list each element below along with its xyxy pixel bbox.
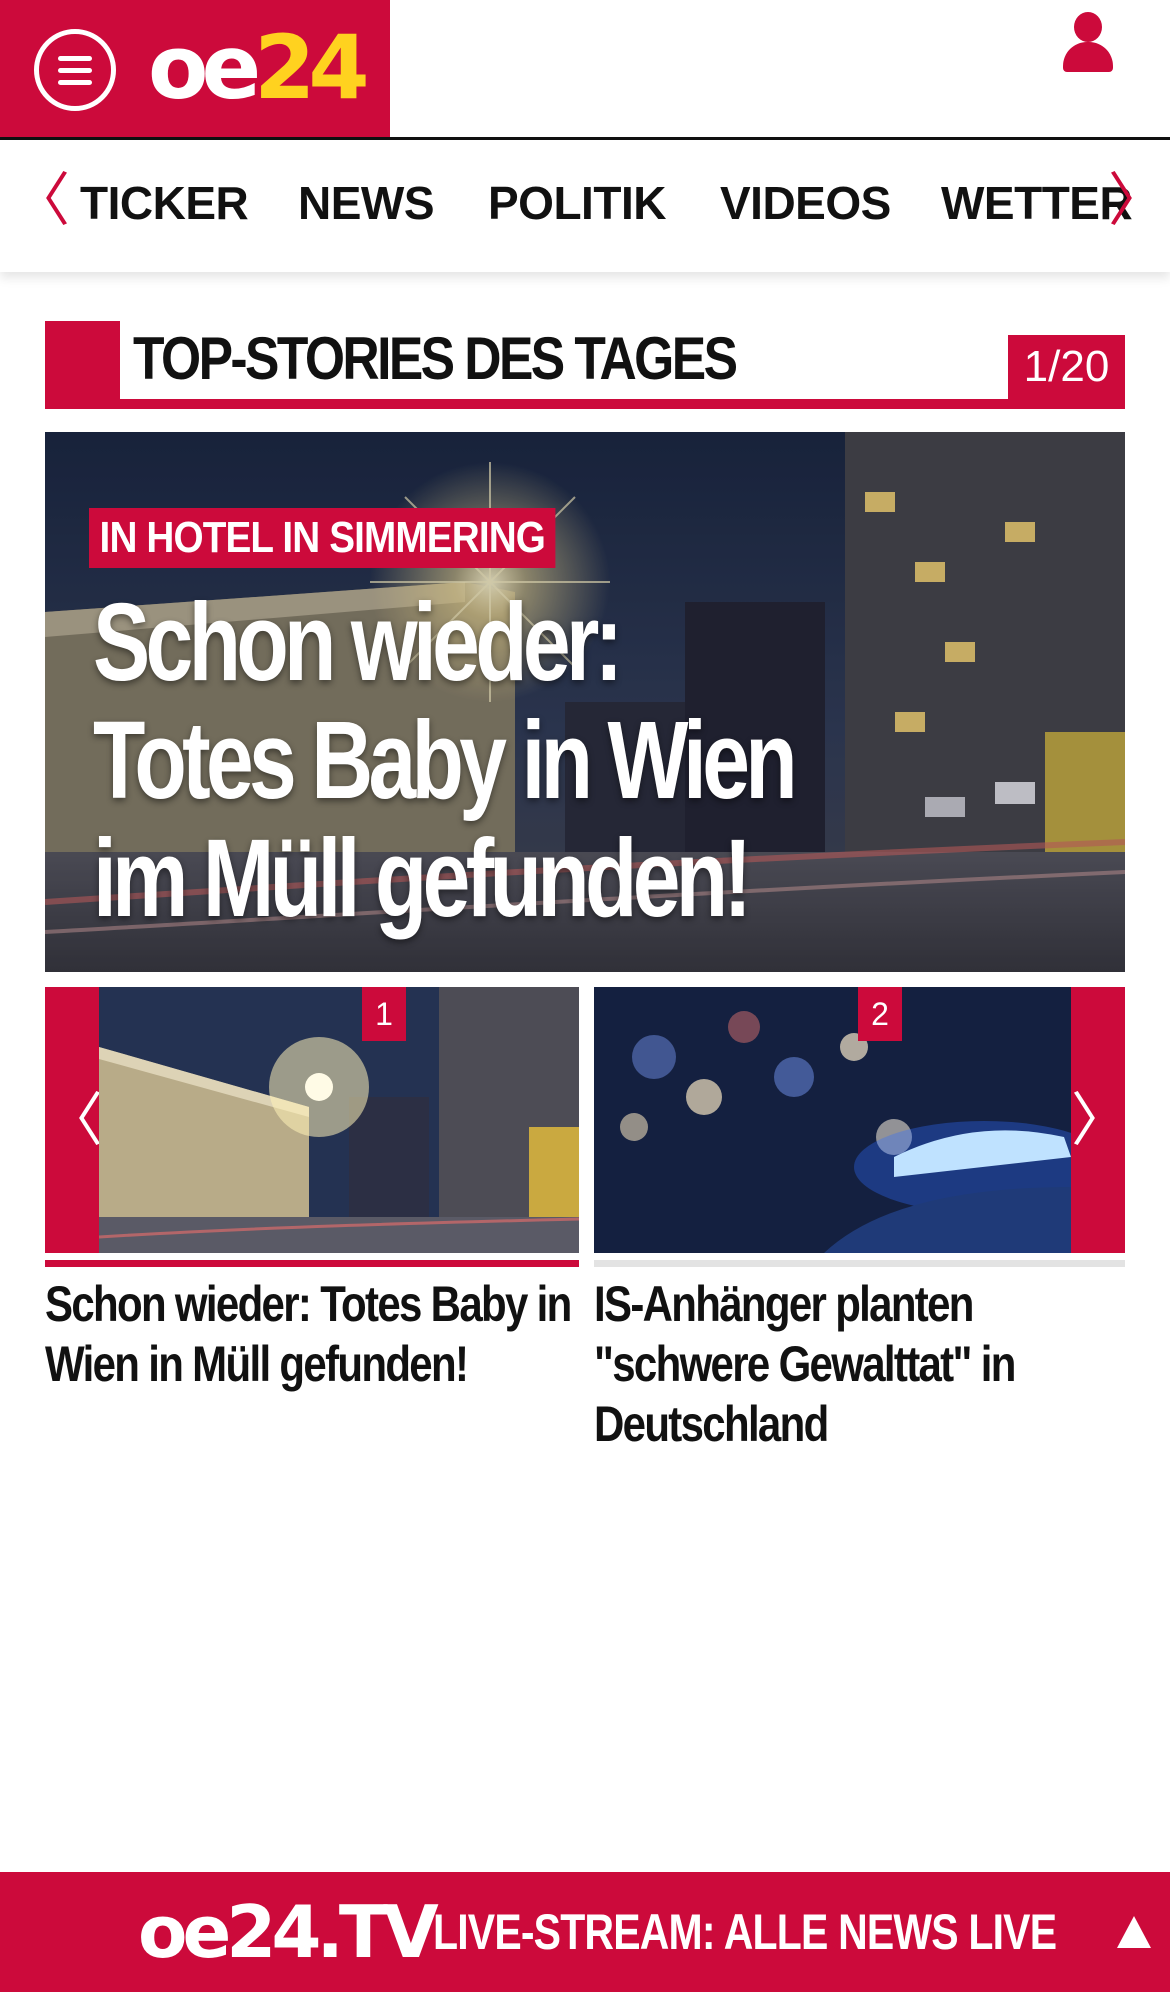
- nav-item-news[interactable]: NEWS: [298, 178, 435, 228]
- carousel-thumb-2[interactable]: 2: [594, 987, 1071, 1253]
- category-nav: 〈 TICKER NEWS POLITIK VIDEOS WETTER 〉: [0, 140, 1170, 272]
- nav-item-wetter[interactable]: WETTER: [941, 178, 1133, 228]
- nav-next-chevron-icon[interactable]: 〉: [1108, 170, 1166, 230]
- live-stream-label: LIVE-STREAM: ALLE NEWS LIVE: [433, 1904, 1057, 1960]
- nav-item-ticker[interactable]: TICKER: [80, 178, 249, 228]
- story-carousel: 〈 1 2 〉: [45, 987, 1129, 1267]
- carousel-story-title-2[interactable]: IS-Anhänger planten "schwere Gewalttat" …: [594, 1274, 1132, 1454]
- carousel-thumb-1[interactable]: 1: [99, 987, 579, 1253]
- brand-block: oe24: [0, 0, 390, 137]
- menu-bar: [58, 68, 92, 73]
- top-stories-header: TOP-STORIES DES TAGES 1/20: [45, 321, 1125, 409]
- thumb-badge: 2: [858, 987, 902, 1041]
- site-header: oe24: [0, 0, 1170, 140]
- menu-bar: [58, 80, 92, 85]
- carousel-next-chevron-icon[interactable]: 〉: [1071, 987, 1129, 1253]
- tv-logo: oe24.TV: [138, 1890, 439, 1974]
- inactive-slide-indicator: [594, 1260, 1125, 1267]
- nav-item-videos[interactable]: VIDEOS: [720, 178, 891, 228]
- hero-headline-line: im Müll gefunden!: [93, 817, 752, 940]
- hero-kicker: IN HOTEL IN SIMMERING: [89, 508, 556, 568]
- logo-part-oe: oe: [148, 16, 261, 119]
- user-icon-body: [1063, 42, 1113, 72]
- hero-headline: Schon wieder: Totes Baby in Wien im Müll…: [93, 581, 798, 940]
- hero-headline-line: Schon wieder:: [93, 581, 623, 704]
- live-stream-bar[interactable]: oe24.TV LIVE-STREAM: ALLE NEWS LIVE: [0, 1872, 1170, 1992]
- hero-story[interactable]: IN HOTEL IN SIMMERING Schon wieder: Tote…: [45, 432, 1125, 972]
- user-icon-head: [1074, 12, 1102, 42]
- logo-part-24: 24: [254, 16, 369, 119]
- user-icon[interactable]: [1060, 12, 1116, 74]
- nav-prev-chevron-icon[interactable]: 〈: [12, 170, 70, 230]
- nav-item-politik[interactable]: POLITIK: [488, 178, 666, 228]
- slide-counter: 1/20: [1008, 335, 1125, 399]
- thumb-badge: 1: [362, 987, 406, 1041]
- carousel-story-title-1[interactable]: Schon wieder: Totes Baby in Wien in Müll…: [45, 1274, 583, 1394]
- hero-headline-line: Totes Baby in Wien: [93, 699, 798, 822]
- hamburger-menu-icon[interactable]: [34, 29, 116, 111]
- thumb-image-police-light: [594, 987, 1071, 1253]
- thumb-image-night-building: [99, 987, 579, 1253]
- expand-up-arrow-icon[interactable]: [1117, 1916, 1151, 1948]
- menu-bar: [58, 56, 92, 61]
- section-underline: [45, 399, 1125, 409]
- carousel-prev-chevron-icon[interactable]: 〈: [45, 987, 103, 1253]
- site-logo[interactable]: oe24: [148, 16, 370, 119]
- section-accent-block: [45, 321, 120, 409]
- section-title: TOP-STORIES DES TAGES: [133, 325, 738, 392]
- active-slide-indicator: [45, 1260, 579, 1267]
